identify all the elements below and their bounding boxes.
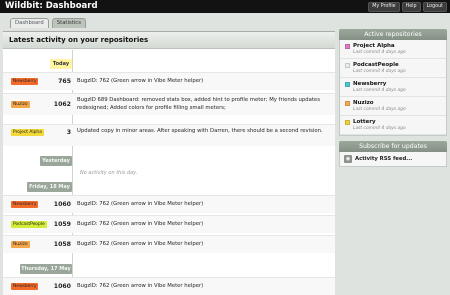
project-badge[interactable]: Nuzizo — [11, 101, 30, 108]
repo-item[interactable]: Newsberry Last commit 4 days ago — [340, 78, 446, 97]
commit-message: BugzID: 762 (Green arrow in Vibe Meter h… — [77, 283, 204, 289]
day-label-today: Today — [50, 59, 72, 69]
activity-row[interactable]: Project Alpha 3 Updated copy in minor ar… — [3, 124, 335, 146]
commit-message: BugzID 689 Dashboard: removed stats box,… — [77, 97, 320, 111]
project-badge[interactable]: Project Alpha — [11, 129, 44, 136]
app-title: Wildbit: Dashboard — [5, 1, 98, 11]
repo-last-commit: Last commit 4 days ago — [353, 126, 406, 131]
commit-message: BugzID: 762 (Green arrow in Vibe Meter h… — [77, 241, 204, 247]
rss-icon: ◉ — [344, 155, 352, 163]
repos-header: Active repositories — [339, 29, 447, 40]
bug-id: 1059 — [53, 221, 71, 228]
rss-feed-link[interactable]: ◉ Activity RSS feed... — [340, 152, 446, 166]
repo-item[interactable]: Lottery Last commit 4 days ago — [340, 116, 446, 135]
commit-message: BugzID: 762 (Green arrow in Vibe Meter h… — [77, 201, 204, 207]
top-bar: Wildbit: Dashboard My Profile Help Logou… — [0, 0, 450, 13]
rss-feed-label[interactable]: Activity RSS feed... — [355, 155, 412, 163]
repo-name[interactable]: Nuzizo — [353, 99, 374, 107]
activity-row[interactable]: Newsberry 1060 BugzID: 762 (Green arrow … — [3, 277, 335, 295]
bug-id: 1058 — [53, 241, 71, 248]
repo-last-commit: Last commit 4 days ago — [353, 88, 406, 93]
project-badge[interactable]: Newsberry — [11, 283, 39, 290]
day-label-yesterday: Yesterday — [40, 156, 72, 166]
top-nav: My Profile Help Logout — [368, 2, 447, 12]
repo-name[interactable]: PodcastPeople — [353, 61, 399, 69]
sidebar: Active repositories Project Alpha Last c… — [339, 29, 447, 167]
commit-message: BugzID: 762 (Green arrow in Vibe Meter h… — [77, 78, 204, 84]
activity-panel: Latest activity on your repositories Tod… — [3, 31, 335, 295]
day-label-thursday: Thursday, 17 May — [20, 264, 72, 274]
logout-button[interactable]: Logout — [422, 2, 447, 12]
page-title: Latest activity on your repositories — [3, 32, 335, 49]
project-badge[interactable]: Nuzizo — [11, 241, 30, 248]
subscribe-header: Subscribe for updates — [339, 141, 447, 152]
activity-row[interactable]: PodcastPeople 1059 BugzID: 762 (Green ar… — [3, 215, 335, 233]
repo-last-commit: Last commit 4 days ago — [353, 50, 406, 55]
my-profile-button[interactable]: My Profile — [368, 2, 400, 12]
project-badge[interactable]: Newsberry — [11, 201, 39, 208]
project-badge[interactable]: Newsberry — [11, 78, 39, 85]
repo-list: Project Alpha Last commit 4 days ago Pod… — [339, 40, 447, 136]
repo-color-swatch — [345, 101, 350, 106]
commit-message: Updated copy in minor areas. After speak… — [77, 128, 323, 134]
commit-message: BugzID: 762 (Green arrow in Vibe Meter h… — [77, 221, 204, 227]
activity-row[interactable]: Nuzizo 1058 BugzID: 762 (Green arrow in … — [3, 235, 335, 253]
repo-color-swatch — [345, 120, 350, 125]
repo-item[interactable]: PodcastPeople Last commit 4 days ago — [340, 59, 446, 78]
project-badge[interactable]: PodcastPeople — [11, 221, 47, 228]
no-activity-text: No activity on this day. — [80, 170, 138, 176]
repo-last-commit: Last commit 4 days ago — [353, 107, 406, 112]
tab-dashboard[interactable]: Dashboard — [10, 18, 49, 28]
repo-name[interactable]: Lottery — [353, 118, 376, 126]
repo-name[interactable]: Newsberry — [353, 80, 386, 88]
repo-color-swatch — [345, 82, 350, 87]
tab-bar: Dashboard Statistics — [10, 18, 86, 28]
help-button[interactable]: Help — [401, 2, 421, 12]
bug-id: 765 — [58, 78, 71, 85]
subscribe-box: ◉ Activity RSS feed... — [339, 152, 447, 167]
bug-id: 1060 — [53, 283, 71, 290]
bug-id: 1062 — [53, 101, 71, 108]
repo-name[interactable]: Project Alpha — [353, 42, 395, 50]
repo-color-swatch — [345, 44, 350, 49]
repo-last-commit: Last commit 4 days ago — [353, 69, 406, 74]
repo-item[interactable]: Nuzizo Last commit 4 days ago — [340, 97, 446, 116]
activity-row[interactable]: Nuzizo 1062 BugzID 689 Dashboard: remove… — [3, 93, 335, 115]
tab-statistics[interactable]: Statistics — [51, 18, 86, 28]
bug-id: 3 — [66, 129, 71, 136]
bug-id: 1060 — [53, 201, 71, 208]
repo-item[interactable]: Project Alpha Last commit 4 days ago — [340, 40, 446, 59]
activity-row[interactable]: Newsberry 1060 BugzID: 762 (Green arrow … — [3, 195, 335, 213]
day-label-friday: Friday, 18 May — [27, 182, 72, 192]
repo-color-swatch — [345, 63, 350, 68]
activity-row[interactable]: Newsberry 765 BugzID: 762 (Green arrow i… — [3, 72, 335, 90]
